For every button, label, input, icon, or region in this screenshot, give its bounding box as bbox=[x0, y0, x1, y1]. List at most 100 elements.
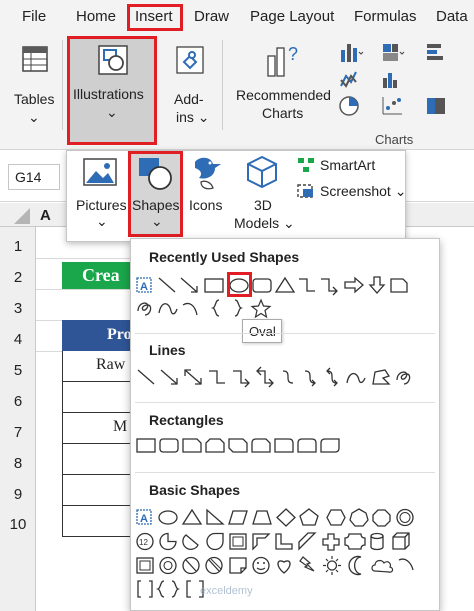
column-chart-icon[interactable] bbox=[338, 40, 364, 64]
right-brace-shape-icon[interactable] bbox=[234, 299, 244, 317]
curve-shape-icon[interactable] bbox=[158, 303, 178, 315]
diagonal-stripe-shape-icon[interactable] bbox=[298, 532, 317, 551]
line-shape-icon[interactable] bbox=[158, 277, 176, 293]
rectangle-shape-icon[interactable] bbox=[204, 278, 224, 293]
frame-shape-icon[interactable] bbox=[229, 533, 247, 550]
arc-shape-icon[interactable] bbox=[398, 558, 414, 571]
row-header[interactable]: 9 bbox=[0, 486, 36, 503]
row-header[interactable]: 3 bbox=[0, 300, 36, 317]
smartart-button[interactable]: SmartArt bbox=[296, 156, 396, 176]
bar-chart-icon[interactable] bbox=[424, 40, 450, 64]
no-symbol-shape-icon[interactable] bbox=[182, 556, 200, 575]
illustrations-button[interactable]: Illustrations ⌄ bbox=[67, 36, 157, 145]
cloud-shape-icon[interactable] bbox=[371, 559, 394, 573]
row-header[interactable]: 8 bbox=[0, 455, 36, 472]
recommended-charts-button[interactable]: ? Recommended Charts bbox=[234, 40, 336, 130]
elbow-arrow-connector-icon[interactable] bbox=[233, 370, 250, 388]
curved-arrow-connector-icon[interactable] bbox=[304, 370, 316, 387]
star-shape-icon[interactable] bbox=[250, 298, 272, 319]
rounded-rectangle-shape-icon[interactable] bbox=[252, 278, 272, 293]
row-header[interactable]: 10 bbox=[0, 516, 36, 533]
right-arrow-shape-icon[interactable] bbox=[344, 276, 364, 294]
heart-shape-icon[interactable] bbox=[277, 560, 291, 574]
trapezoid-shape-icon[interactable] bbox=[252, 510, 272, 525]
scribble-shape-icon[interactable] bbox=[396, 371, 411, 385]
left-bracket-shape-icon[interactable] bbox=[186, 580, 191, 598]
row-header[interactable]: 1 bbox=[0, 238, 36, 255]
snip-same-side-rectangle-icon[interactable] bbox=[205, 438, 225, 453]
parallelogram-shape-icon[interactable] bbox=[228, 510, 248, 525]
map-chart-icon[interactable] bbox=[424, 94, 450, 118]
heptagon-shape-icon[interactable] bbox=[349, 508, 369, 527]
round-same-side-rectangle-icon[interactable] bbox=[297, 438, 317, 453]
row-header[interactable]: 6 bbox=[0, 393, 36, 410]
snip-round-rectangle-icon[interactable] bbox=[251, 438, 271, 453]
hierarchy-chart-icon[interactable] bbox=[380, 40, 406, 64]
3d-models-button[interactable]: 3D Models ⌄ bbox=[232, 154, 295, 236]
row-header[interactable]: 5 bbox=[0, 362, 36, 379]
double-arrow-line-icon[interactable] bbox=[184, 369, 202, 385]
double-bracket-shape-icon[interactable] bbox=[137, 580, 153, 598]
triangle-shape-icon[interactable] bbox=[181, 508, 203, 525]
oval-shape-selected[interactable] bbox=[227, 272, 252, 297]
donut-shape-icon[interactable] bbox=[159, 556, 177, 575]
arrow-line-icon[interactable] bbox=[160, 369, 178, 385]
sun-shape-icon[interactable] bbox=[323, 556, 341, 575]
lightning-bolt-shape-icon[interactable] bbox=[299, 556, 315, 572]
chord-shape-icon[interactable] bbox=[182, 534, 199, 550]
line-shape-icon[interactable] bbox=[137, 369, 155, 385]
elbow-connector-icon[interactable] bbox=[299, 278, 315, 292]
row-header[interactable]: 7 bbox=[0, 424, 36, 441]
curve-shape-icon[interactable] bbox=[346, 372, 366, 384]
freeform-shape-icon[interactable] bbox=[372, 369, 391, 385]
rounded-rectangle-shape-icon[interactable] bbox=[159, 438, 179, 453]
tab-file[interactable]: File bbox=[22, 8, 46, 25]
arrow-shape-icon[interactable] bbox=[180, 277, 198, 293]
name-box[interactable]: G14 bbox=[8, 164, 60, 190]
tab-formulas[interactable]: Formulas bbox=[354, 8, 417, 25]
arc-shape-icon[interactable] bbox=[182, 302, 198, 316]
bevel-shape-icon[interactable] bbox=[136, 557, 154, 574]
tab-home[interactable]: Home bbox=[76, 8, 116, 25]
octagon-shape-icon[interactable] bbox=[372, 509, 391, 527]
pictures-button[interactable]: Pictures ⌄ bbox=[72, 154, 128, 236]
round-diagonal-rectangle-icon[interactable] bbox=[320, 438, 340, 453]
oval-shape-icon[interactable] bbox=[158, 510, 178, 525]
elbow-arrow-connector-icon[interactable] bbox=[321, 278, 338, 296]
scatter-chart-icon[interactable] bbox=[380, 94, 406, 118]
cube-shape-icon[interactable] bbox=[392, 532, 410, 550]
shapes-button[interactable]: Shapes ⌄ bbox=[128, 151, 183, 237]
rectangle-shape-icon[interactable] bbox=[136, 438, 156, 453]
text-box-icon[interactable]: A bbox=[136, 509, 152, 525]
plaque-shape-icon[interactable] bbox=[344, 533, 366, 550]
triangle-shape-icon[interactable] bbox=[274, 276, 296, 293]
snip-rectangle-shape-icon[interactable] bbox=[390, 278, 408, 293]
can-shape-icon[interactable] bbox=[370, 532, 384, 551]
pie-shape-icon[interactable] bbox=[159, 532, 177, 551]
addins-button[interactable]: Add- ins ⌄ bbox=[168, 40, 214, 130]
round-single-corner-rectangle-icon[interactable] bbox=[274, 438, 294, 453]
row-header[interactable]: 2 bbox=[0, 269, 36, 286]
curved-double-arrow-connector-icon[interactable] bbox=[326, 367, 338, 387]
double-brace-shape-icon[interactable] bbox=[155, 580, 181, 598]
text-box-icon[interactable]: A bbox=[136, 277, 152, 293]
smiley-face-shape-icon[interactable] bbox=[252, 556, 270, 575]
select-all-corner-icon[interactable] bbox=[0, 204, 34, 226]
screenshot-button[interactable]: Screenshot ⌄ bbox=[296, 182, 406, 202]
elbow-connector-icon[interactable] bbox=[209, 370, 225, 384]
right-triangle-shape-icon[interactable] bbox=[206, 508, 225, 525]
elbow-double-arrow-connector-icon[interactable] bbox=[256, 366, 274, 388]
teardrop-shape-icon[interactable] bbox=[206, 532, 224, 551]
down-arrow-shape-icon[interactable] bbox=[368, 276, 386, 294]
l-shape-icon[interactable] bbox=[275, 533, 293, 550]
tab-page-layout[interactable]: Page Layout bbox=[250, 8, 334, 25]
plus-shape-icon[interactable] bbox=[322, 533, 340, 551]
snip-diagonal-rectangle-icon[interactable] bbox=[228, 438, 248, 453]
snip-single-corner-rectangle-icon[interactable] bbox=[182, 438, 202, 453]
column-header-a[interactable]: A bbox=[40, 207, 51, 224]
tab-data[interactable]: Data bbox=[436, 8, 468, 25]
hexagon-shape-icon[interactable] bbox=[326, 509, 346, 526]
tables-button[interactable]: Tables ⌄ bbox=[8, 40, 60, 130]
pie-chart-icon[interactable] bbox=[338, 94, 364, 118]
curved-connector-icon[interactable] bbox=[282, 370, 294, 384]
